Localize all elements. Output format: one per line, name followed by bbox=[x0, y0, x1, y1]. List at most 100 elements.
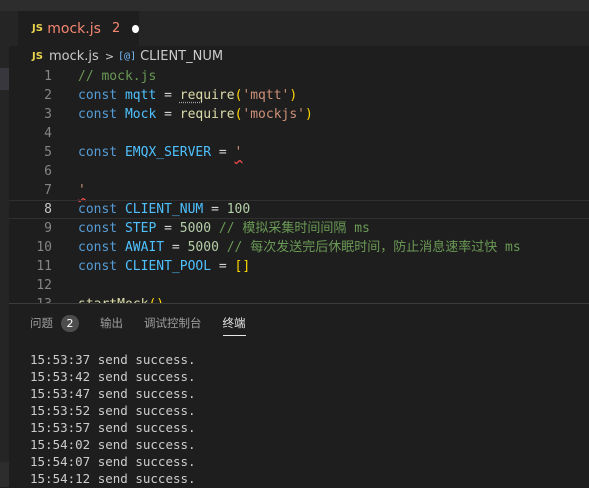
code-line[interactable]: 1 // mock.js bbox=[9, 67, 589, 86]
code-text: // mock.js bbox=[78, 67, 156, 86]
code-line[interactable]: 8 const CLIENT_NUM = 100 bbox=[9, 200, 589, 219]
terminal-line: 15:53:52 send success. bbox=[30, 403, 196, 418]
code-token: const bbox=[78, 202, 118, 217]
panel-tab-label: 终端 bbox=[222, 316, 246, 330]
code-token: = bbox=[203, 202, 227, 217]
terminal-output[interactable]: 15:53:37 send success. 15:53:42 send succ… bbox=[30, 351, 585, 487]
code-token: require bbox=[179, 107, 235, 122]
code-text: const AWAIT = 5000 // 每次发送完后休眠时间，防止消息速率过… bbox=[78, 238, 521, 257]
code-token: 5000 bbox=[187, 240, 219, 255]
code-token: = bbox=[211, 259, 235, 274]
breadcrumb: JS mock.js > [@] CLIENT_NUM bbox=[9, 46, 589, 67]
bottom-panel: 问题 2 输出 调试控制台 终端 15:53:37 send success. 15:53… bbox=[9, 303, 589, 488]
code-line[interactable]: 12 bbox=[9, 276, 589, 295]
javascript-file-icon: JS bbox=[32, 51, 43, 62]
menu-bar-strip bbox=[0, 0, 589, 11]
code-token: 5000 bbox=[179, 221, 212, 236]
chevron-right-icon: > bbox=[104, 50, 115, 63]
code-line[interactable]: 4 bbox=[9, 124, 589, 143]
panel-tab[interactable]: 调试控制台 bbox=[144, 304, 202, 342]
code-line[interactable]: 6 bbox=[9, 162, 589, 181]
code-text: const STEP = 5000 // 模拟采集时间间隔 ms bbox=[78, 219, 370, 238]
tab-problem-count: 2 bbox=[111, 21, 121, 36]
panel-tab-label: 调试控制台 bbox=[144, 316, 202, 330]
code-token: ) bbox=[305, 107, 313, 122]
code-text: const Mock = require('mockjs') bbox=[78, 105, 313, 124]
code-line[interactable]: 11 const CLIENT_POOL = [] bbox=[9, 257, 589, 276]
terminal-line: 15:54:12 send success. bbox=[30, 471, 196, 486]
code-token: const bbox=[78, 259, 118, 274]
code-text: const CLIENT_NUM = 100 bbox=[78, 201, 250, 218]
breadcrumb-symbol[interactable]: CLIENT_NUM bbox=[140, 49, 223, 64]
code-text: ' bbox=[78, 181, 86, 200]
terminal-line: 15:54:02 send success. bbox=[30, 437, 196, 452]
tab-filename: mock.js bbox=[47, 20, 101, 37]
explorer-selection-edge bbox=[0, 68, 9, 90]
code-token: mqtt bbox=[124, 88, 157, 103]
code-token: 100 bbox=[226, 202, 251, 217]
code-token: const bbox=[78, 88, 118, 103]
code-token: // 模拟采集时间间隔 ms bbox=[218, 221, 370, 236]
code-text: const EMQX_SERVER = ' bbox=[78, 143, 242, 162]
line-number: 8 bbox=[44, 202, 52, 217]
code-token: ' bbox=[78, 183, 86, 198]
code-token: Mock bbox=[124, 107, 157, 122]
code-text: const mqtt = require('mqtt') bbox=[78, 86, 297, 105]
line-number: 10 bbox=[36, 240, 52, 255]
code-token: // mock.js bbox=[78, 69, 157, 84]
code-text: startMock() bbox=[78, 295, 164, 303]
code-token: EMQX_SERVER bbox=[124, 145, 212, 160]
code-token: STEP bbox=[124, 221, 157, 236]
code-line[interactable]: 3 const Mock = require('mockjs') bbox=[9, 105, 589, 124]
problems-count-badge: 2 bbox=[61, 314, 79, 332]
code-token: = bbox=[156, 107, 180, 122]
code-editor[interactable]: 1 // mock.js 2 const mqtt = require('mqtt')… bbox=[9, 67, 589, 303]
line-number: 11 bbox=[36, 259, 52, 274]
terminal-line: 15:53:42 send success. bbox=[30, 369, 196, 384]
explorer-bottom-edge bbox=[0, 462, 9, 487]
code-line[interactable]: 13 startMock() bbox=[9, 295, 589, 303]
code-line[interactable]: 7 ' bbox=[9, 181, 589, 200]
code-token: const bbox=[78, 145, 118, 160]
code-token: ' bbox=[234, 145, 243, 160]
editor-tab-bar: JS mock.js 2 bbox=[9, 11, 589, 46]
code-token: 'mockjs' bbox=[242, 107, 306, 122]
code-token: // 每次发送完后休眠时间，防止消息速率过快 ms bbox=[226, 240, 521, 255]
code-token: = bbox=[156, 88, 180, 103]
code-token: const bbox=[78, 221, 118, 236]
breadcrumb-file[interactable]: mock.js bbox=[49, 49, 99, 64]
code-token: CLIENT_NUM bbox=[124, 202, 204, 217]
code-line[interactable]: 5 const EMQX_SERVER = ' bbox=[9, 143, 589, 162]
line-number: 7 bbox=[44, 183, 52, 198]
line-number: 5 bbox=[44, 145, 52, 160]
code-token: CLIENT_POOL bbox=[124, 259, 212, 274]
panel-tabs: 问题 2 输出 调试控制台 终端 bbox=[9, 304, 589, 342]
editor-tab-mock-js[interactable]: JS mock.js 2 bbox=[18, 11, 139, 46]
line-number: 1 bbox=[44, 69, 52, 84]
code-line[interactable]: 2 const mqtt = require('mqtt') bbox=[9, 86, 589, 105]
line-number: 4 bbox=[44, 126, 52, 141]
code-token: const bbox=[78, 107, 118, 122]
activity-bar-edge bbox=[0, 0, 9, 487]
unsaved-dot-icon[interactable] bbox=[132, 24, 139, 33]
code-line[interactable]: 10 const AWAIT = 5000 // 每次发送完后休眠时间，防止消息速… bbox=[9, 238, 589, 257]
code-token: AWAIT bbox=[124, 240, 165, 255]
line-number: 2 bbox=[44, 88, 52, 103]
code-token: ) bbox=[289, 88, 298, 103]
javascript-file-icon: JS bbox=[32, 23, 43, 34]
panel-tab[interactable]: 终端 bbox=[222, 304, 246, 342]
line-number: 6 bbox=[44, 164, 52, 179]
code-text: const CLIENT_POOL = [] bbox=[78, 257, 250, 276]
variable-symbol-icon: [@] bbox=[118, 51, 137, 62]
code-token: = bbox=[164, 240, 188, 255]
code-line[interactable]: 9 const STEP = 5000 // 模拟采集时间间隔 ms bbox=[9, 219, 589, 238]
panel-tab[interactable]: 问题 2 bbox=[30, 304, 79, 342]
code-token: = bbox=[211, 145, 235, 160]
panel-tab[interactable]: 输出 bbox=[100, 304, 123, 342]
